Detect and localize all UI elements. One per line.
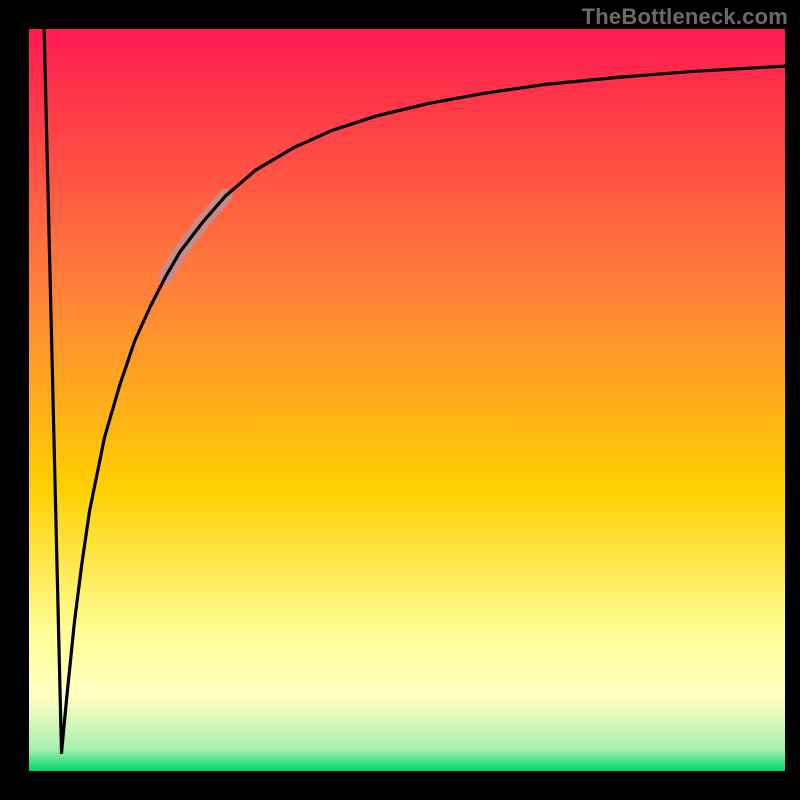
- watermark-text: TheBottleneck.com: [582, 4, 788, 30]
- chart-svg: [0, 0, 800, 800]
- plot-background: [29, 29, 785, 771]
- chart-root: TheBottleneck.com: [0, 0, 800, 800]
